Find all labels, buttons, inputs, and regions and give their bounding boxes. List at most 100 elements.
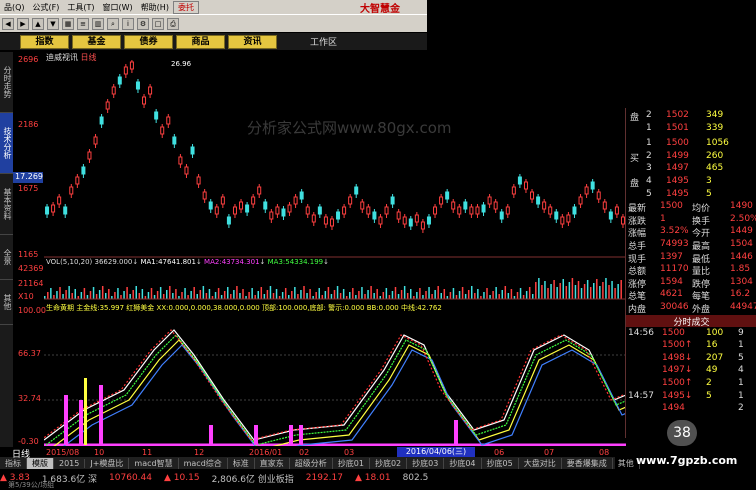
tab-panorama[interactable]: 全景 <box>0 235 13 280</box>
quote-cell: 74993 <box>660 239 689 249</box>
candlestick-chart[interactable]: 26.96 <box>44 60 626 258</box>
candle-body <box>378 216 383 225</box>
candle-body <box>590 181 595 190</box>
volume-bar <box>288 295 290 299</box>
tab-bottom04[interactable]: 抄底04 <box>444 457 482 469</box>
tab-bottom03[interactable]: 抄底03 <box>407 457 445 469</box>
quote-cell: 16.2 <box>730 289 751 300</box>
volume-bar <box>349 292 351 299</box>
price-axis-label: 2186 <box>18 120 39 129</box>
info-icon[interactable]: i <box>122 17 134 30</box>
chart-icon[interactable]: ▥ <box>92 17 104 30</box>
workspace-label[interactable]: 工作区 <box>310 35 337 48</box>
back-icon[interactable]: ◀ <box>2 17 14 30</box>
tab-bottom05[interactable]: 抄底05 <box>482 457 519 469</box>
candle-body <box>614 206 619 215</box>
tab-technical[interactable]: 技术分析 <box>0 113 13 174</box>
buy-level: 5 1495 5 <box>626 189 756 201</box>
tab-j-ratio[interactable]: J+模盘比 <box>85 457 130 469</box>
quote-cell: 5 <box>706 188 712 199</box>
quote-cell: 每笔 <box>692 292 711 303</box>
nav-index[interactable]: 指数 <box>20 34 69 49</box>
quote-cell: 最低 <box>692 254 711 265</box>
volume-bar <box>120 295 122 299</box>
search-icon[interactable]: ⌕ <box>107 17 119 30</box>
menu-item[interactable]: 品(Q) <box>0 2 29 13</box>
menu-item[interactable]: 窗口(W) <box>99 2 137 13</box>
page-badge[interactable]: 38 <box>667 420 697 446</box>
tab-burst[interactable]: 要香爆集成 <box>562 457 613 469</box>
print-icon[interactable]: ⎙ <box>167 17 179 30</box>
up-icon[interactable]: ▲ <box>32 17 44 30</box>
indicator-chart[interactable] <box>44 310 626 446</box>
volume-bar <box>321 295 324 299</box>
volume-chart[interactable] <box>44 267 626 300</box>
nav-bond[interactable]: 债券 <box>124 34 173 49</box>
ma1-label: MA1: <box>140 258 159 266</box>
tab-macd-smart[interactable]: macd智慧 <box>129 457 179 469</box>
volume-bar <box>95 294 98 299</box>
settings-icon[interactable]: ⚙ <box>137 17 149 30</box>
nav-news[interactable]: 资讯 <box>228 34 277 49</box>
tab-intraday[interactable]: 分时走势 <box>0 52 13 113</box>
menu-item[interactable]: 公式(F) <box>29 2 64 13</box>
tab-market-compare[interactable]: 大盘对比 <box>519 457 562 469</box>
menu-item[interactable]: 帮助(H) <box>137 2 173 13</box>
nav-fund[interactable]: 基金 <box>72 34 121 49</box>
window-icon[interactable]: □ <box>152 17 164 30</box>
tab-zhijiadong[interactable]: 直家东 <box>255 457 290 469</box>
volume-bar <box>101 286 104 299</box>
menu-item[interactable]: 工具(T) <box>63 2 98 13</box>
quote-cell: 1449 <box>730 226 753 237</box>
date-tick-label: 10 <box>94 448 104 457</box>
tab-fundamentals[interactable]: 基本资料 <box>0 174 13 235</box>
quote-cell: 1499 <box>666 150 689 161</box>
indicator-line <box>53 339 626 446</box>
tab-macd-combo[interactable]: macd综合 <box>179 457 228 469</box>
date-tick-label: 2015/08 <box>46 448 79 457</box>
forward-icon[interactable]: ▶ <box>17 17 29 30</box>
volume-bar <box>269 286 272 299</box>
quote-cell: 1494 <box>662 403 685 414</box>
down-icon[interactable]: ▼ <box>47 17 59 30</box>
volume-bar <box>184 288 186 299</box>
volume-bar <box>547 288 549 299</box>
signal-bar <box>99 385 103 445</box>
candle-body <box>366 206 371 215</box>
volume-bar <box>577 281 580 299</box>
candle-body <box>530 191 535 200</box>
list-icon[interactable]: ≡ <box>77 17 89 30</box>
volume-bar <box>230 294 232 299</box>
date-tick-label: 07 <box>544 448 554 457</box>
nav-commodity[interactable]: 商品 <box>176 34 225 49</box>
tab-other[interactable]: 其他 <box>0 280 13 325</box>
volume-bar <box>391 291 394 299</box>
tab-super-analysis[interactable]: 超级分析 <box>290 457 333 469</box>
candle-body <box>166 116 171 125</box>
tab-standard[interactable]: 标准 <box>228 457 255 469</box>
status-item: 2192.17 <box>305 473 343 483</box>
volume-bar <box>129 294 131 299</box>
volume-bar <box>541 285 543 299</box>
volume-bar <box>434 290 436 299</box>
menu-entrust[interactable]: 委托 <box>172 0 199 14</box>
tab-bottom02[interactable]: 抄底02 <box>370 457 408 469</box>
quote-cell: 14:56 <box>628 327 654 338</box>
tab-bottom01[interactable]: 抄底01 <box>333 457 370 469</box>
quote-cell: 4 <box>738 365 744 376</box>
volume-bar <box>166 290 168 299</box>
period-switch[interactable]: 日线 <box>12 447 30 460</box>
volume-bar <box>208 289 211 299</box>
indicator-axis-label: 32.74 <box>18 394 41 403</box>
ma3-label: MA3: <box>267 258 286 266</box>
tab-2015[interactable]: 2015 <box>54 458 86 468</box>
volume-bar <box>464 294 467 299</box>
candle-body <box>293 196 298 205</box>
grid-icon[interactable]: ▦ <box>62 17 74 30</box>
tick-row: 1500↑ 16 1 <box>626 340 756 352</box>
status-item: 2,806.6亿 创业板指 <box>211 474 294 485</box>
volume-bar <box>440 293 442 299</box>
volume-header: VOL(5,10,20) 36629.000↓ MA1:47641.801↓ M… <box>46 258 330 266</box>
volume-bar <box>483 292 485 299</box>
tab-template[interactable]: 模版 <box>27 457 54 469</box>
